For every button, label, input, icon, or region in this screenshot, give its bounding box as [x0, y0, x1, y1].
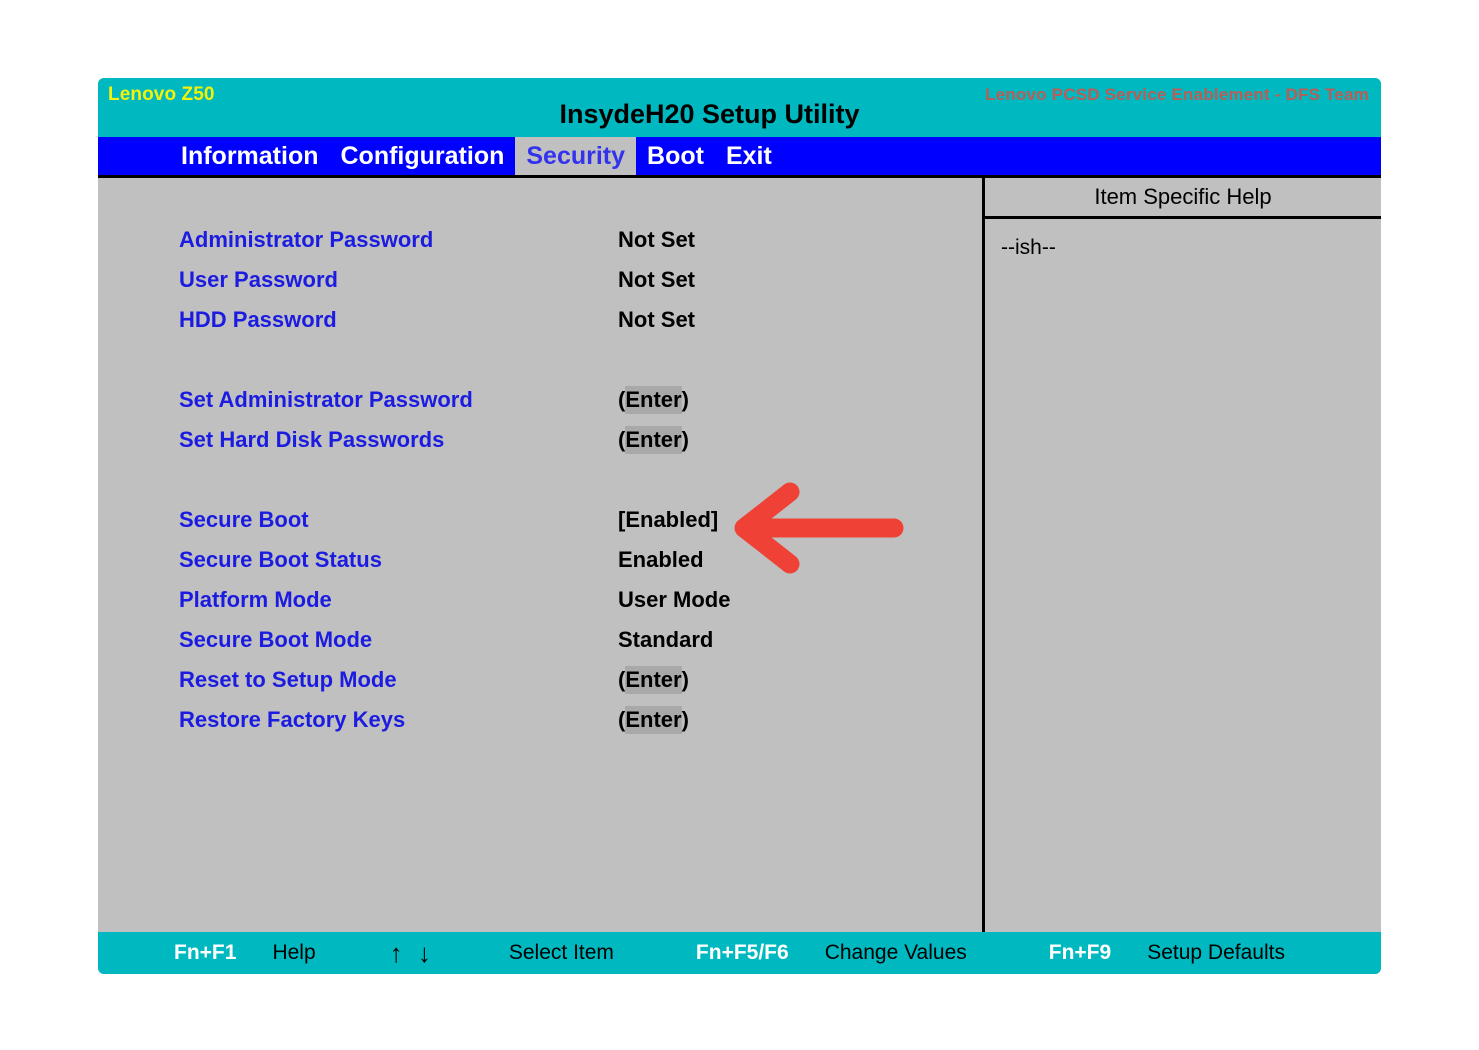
tab-information[interactable]: Information — [170, 137, 330, 175]
setting-label: Secure Boot Status — [179, 547, 382, 572]
menu-bar-spacer — [98, 137, 170, 175]
setting-label: User Password — [179, 267, 338, 292]
setting-row-hdd-password[interactable]: HDD Password Not Set — [98, 300, 982, 340]
setting-label: Set Hard Disk Passwords — [179, 427, 445, 452]
tab-security[interactable]: Security — [515, 137, 637, 175]
setting-value: (Enter) — [618, 426, 689, 454]
title-bar: Lenovo Z50 InsydeH20 Setup Utility Lenov… — [98, 78, 1381, 137]
setting-value: Enabled — [618, 547, 704, 572]
shortcut-key-help: Fn+F1 — [174, 941, 237, 964]
shortcut-desc-setup-defaults: Setup Defaults — [1147, 941, 1285, 964]
bios-setup-window: Lenovo Z50 InsydeH20 Setup Utility Lenov… — [98, 78, 1381, 974]
shortcut-desc-change-values: Change Values — [824, 941, 967, 964]
setting-label: Reset to Setup Mode — [179, 667, 397, 692]
setting-row-secure-boot[interactable]: Secure Boot [Enabled] — [98, 500, 982, 540]
updown-arrow-icon: ↑ ↓ — [389, 937, 435, 968]
shortcut-desc-help: Help — [272, 941, 316, 964]
enter-keyword: Enter — [625, 386, 682, 414]
setting-value[interactable]: [Enabled] — [618, 507, 718, 533]
setting-value: Not Set — [618, 307, 695, 332]
setting-label: Platform Mode — [179, 587, 332, 612]
setting-label: Secure Boot — [179, 507, 309, 532]
setting-row-administrator-password[interactable]: Administrator Password Not Set — [98, 220, 982, 260]
setting-row-user-password[interactable]: User Password Not Set — [98, 260, 982, 300]
setting-value: (Enter) — [618, 386, 689, 414]
tab-boot[interactable]: Boot — [636, 137, 715, 175]
watermark-label: Lenovo PCSD Service Enablement - DFS Tea… — [985, 85, 1369, 104]
setting-value: User Mode — [618, 587, 731, 612]
setting-label: Set Administrator Password — [179, 387, 473, 412]
setting-label: Secure Boot Mode — [179, 627, 373, 652]
item-specific-help-pane: Item Specific Help --ish-- — [985, 178, 1381, 932]
menu-bar: Information Configuration Security Boot … — [98, 137, 1381, 175]
shortcut-key-change-values: Fn+F5/F6 — [695, 941, 789, 964]
shortcut-key-setup-defaults: Fn+F9 — [1048, 941, 1112, 964]
enter-keyword: Enter — [625, 706, 682, 734]
setting-row-platform-mode[interactable]: Platform Mode User Mode — [98, 580, 982, 620]
setting-value: (Enter) — [618, 666, 689, 694]
status-bar: Fn+F1 Help ↑ ↓ Select Item Fn+F5/F6 Chan… — [98, 932, 1381, 974]
setting-value: Not Set — [618, 267, 695, 292]
enter-keyword: Enter — [625, 426, 682, 454]
help-header: Item Specific Help — [985, 178, 1381, 219]
setting-row-secure-boot-mode[interactable]: Secure Boot Mode Standard — [98, 620, 982, 660]
help-text: --ish-- — [1001, 236, 1056, 259]
tab-exit[interactable]: Exit — [715, 137, 783, 175]
setting-row-set-hard-disk-passwords[interactable]: Set Hard Disk Passwords (Enter) — [98, 420, 982, 460]
setting-value: (Enter) — [618, 706, 689, 734]
setting-row-secure-boot-status[interactable]: Secure Boot Status Enabled — [98, 540, 982, 580]
setting-value: Not Set — [618, 227, 695, 252]
help-body: --ish-- — [985, 222, 1381, 932]
shortcut-desc-select-item: Select Item — [508, 941, 614, 964]
settings-pane: Administrator Password Not Set User Pass… — [98, 178, 982, 932]
setting-label: Restore Factory Keys — [179, 707, 406, 732]
setting-label: HDD Password — [179, 307, 337, 332]
setting-row-reset-to-setup-mode[interactable]: Reset to Setup Mode (Enter) — [98, 660, 982, 700]
setting-value: Standard — [618, 627, 714, 652]
setting-row-set-administrator-password[interactable]: Set Administrator Password (Enter) — [98, 380, 982, 420]
setting-label: Administrator Password — [179, 227, 434, 252]
enter-keyword: Enter — [625, 666, 682, 694]
help-header-label: Item Specific Help — [1094, 184, 1272, 209]
setting-row-restore-factory-keys[interactable]: Restore Factory Keys (Enter) — [98, 700, 982, 740]
tab-configuration[interactable]: Configuration — [330, 137, 516, 175]
bios-body: Administrator Password Not Set User Pass… — [98, 175, 1381, 932]
